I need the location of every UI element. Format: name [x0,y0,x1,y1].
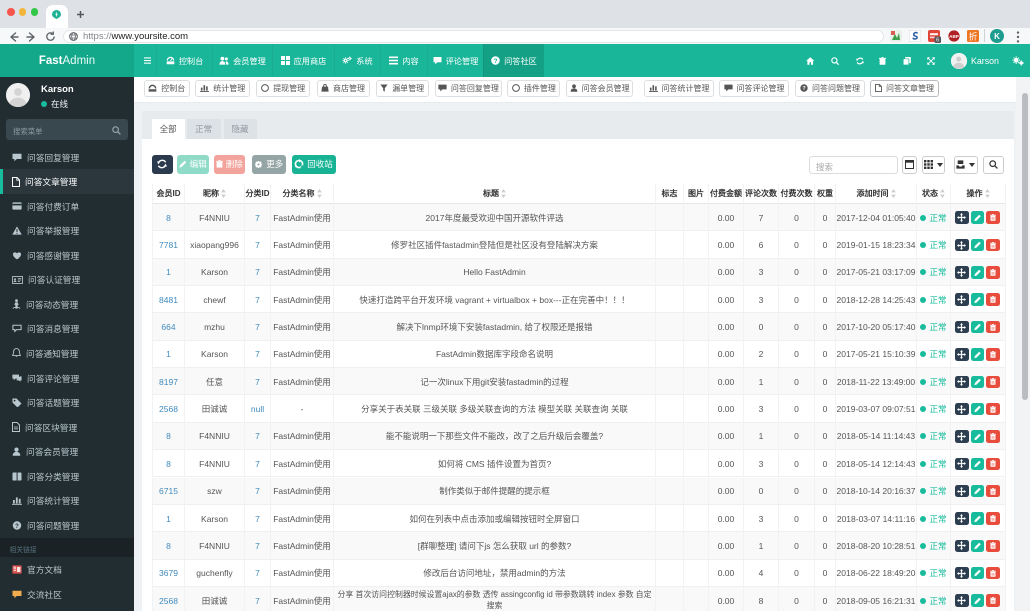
svg-text:?: ? [802,86,805,92]
svg-text:?: ? [494,58,498,65]
svg-text:折: 折 [969,31,978,41]
svg-text:6: 6 [936,37,939,42]
svg-text:ABP: ABP [949,34,959,39]
svg-text:?: ? [15,524,19,530]
